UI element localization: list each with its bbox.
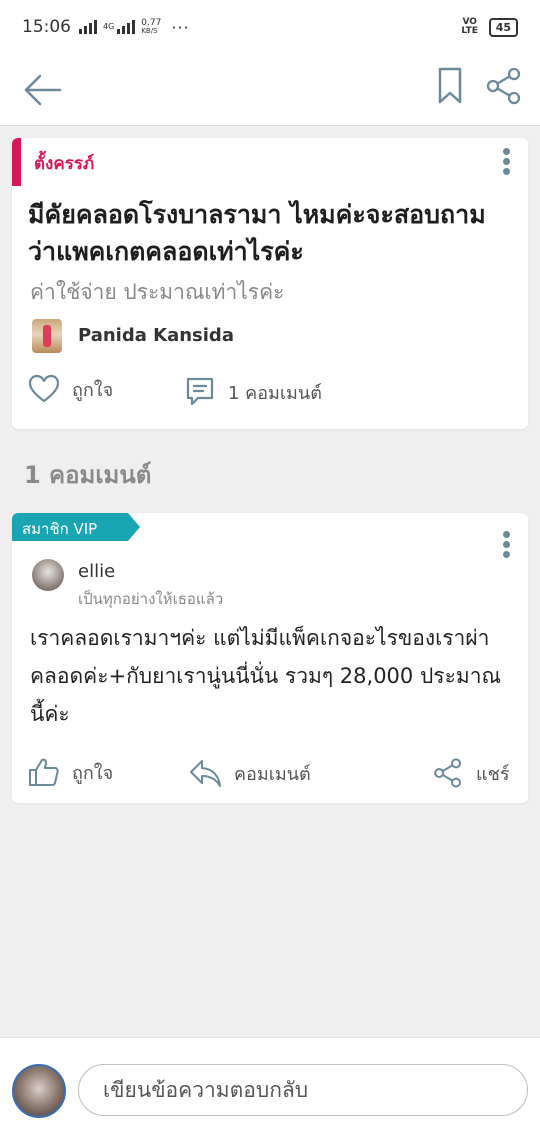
avatar[interactable] [12,1064,66,1118]
comment-share-label: แชร์ [476,763,510,785]
vip-badge: สมาชิก VIP [12,513,140,541]
comments-heading: 1 คอมเมนต์ [24,461,152,489]
comment-share-button[interactable]: แชร์ [432,757,510,789]
commenter-status: เป็นทุกอย่างให้เธอแล้ว [78,590,224,608]
post-title: มีคัยคลอดโรงบาลรามา ไหมค่ะจะสอบถามว่าแพค… [28,200,486,266]
arrow-left-icon [24,74,62,106]
bookmark-icon [438,67,462,104]
commenter-name[interactable]: ellie [78,561,115,582]
signal-icon-2 [117,20,136,34]
post-tag[interactable]: ตั้งครรภ์ [34,150,94,177]
more-options-icon[interactable] [500,148,512,176]
comment-icon [186,377,214,406]
status-bar: 15:06 4G 0.77 KB/S ··· VO LTE 45 [0,0,540,54]
share-icon [486,67,521,105]
share-button[interactable] [484,66,524,106]
post-subtitle: ค่าใช้จ่าย ประมาณเท่าไรค่ะ [30,280,285,304]
more-options-icon[interactable] [500,531,512,559]
share-icon [434,758,461,788]
battery-icon: 45 [488,17,518,37]
network-type: 4G [103,22,115,31]
bookmark-button[interactable] [434,66,466,106]
tag-accent-bar [12,138,21,186]
avatar[interactable] [32,559,64,591]
comment-like-label: ถูกใจ [72,762,114,784]
heart-icon [28,374,60,403]
volte-indicator: VO LTE [461,17,478,36]
post-card: ตั้งครรภ์ มีคัยคลอดโรงบาลรามา ไหมค่ะจะสอ… [12,138,528,429]
network-speed: 0.77 KB/S [141,18,162,36]
back-button[interactable] [20,68,64,112]
comment-reply-label: คอมเมนต์ [234,763,311,785]
status-time: 15:06 [22,17,71,37]
more-status-icon: ··· [171,17,190,37]
like-label: ถูกใจ [72,379,114,401]
comment-reply-button[interactable]: คอมเมนต์ [188,757,311,789]
comment-count-button[interactable]: 1 คอมเมนต์ [184,376,322,408]
comment-body: เราคลอดเรามาฯค่ะ แต่ไม่มีแพ็คเกจอะไรของเ… [30,626,501,726]
signal-icon [79,20,97,34]
reply-icon [190,760,221,787]
author-name[interactable]: Panida Kansida [78,325,234,346]
comment-card: สมาชิก VIP ellie เป็นทุกอย่างให้เธอแล้ว … [12,513,528,803]
avatar[interactable] [32,319,62,353]
reply-input[interactable] [78,1064,528,1116]
reply-bar [0,1037,540,1140]
top-bar [0,54,540,126]
comment-count-label: 1 คอมเมนต์ [228,382,322,404]
like-button[interactable]: ถูกใจ [28,374,113,404]
thumbs-up-icon [29,758,59,786]
comment-like-button[interactable]: ถูกใจ [28,757,113,787]
